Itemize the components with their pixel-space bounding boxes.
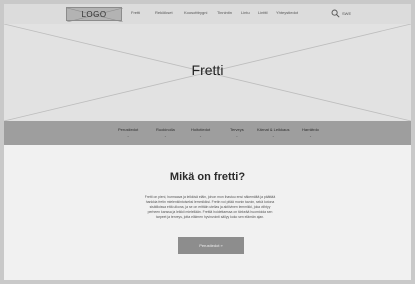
section-title: Mikä on fretti?	[169, 171, 246, 183]
subnav-item-3[interactable]: Hoitotiedot ⌄	[191, 127, 210, 138]
subnav-label: Ruokinolla	[156, 127, 175, 132]
subnav-item-2[interactable]: Ruokinolla ⌄	[156, 127, 175, 138]
nav-link-fretti[interactable]: Fretti	[131, 10, 140, 15]
chevron-down-icon: ⌄	[126, 134, 130, 138]
hero-image-placeholder: Fretti	[4, 24, 411, 121]
subnav-item-4[interactable]: Terveys ⌄	[230, 127, 244, 138]
chevron-down-icon: ⌄	[164, 134, 167, 138]
subnav-item-5[interactable]: Kärnat & Leikkaus ⌄	[257, 127, 289, 138]
logo[interactable]: LOGO	[66, 7, 123, 22]
search-icon[interactable]	[331, 9, 340, 18]
body-line: tarpeet ja terveys, jotta eläimen hyvinv…	[155, 215, 265, 219]
subnav-label: Perustiedot	[118, 127, 139, 132]
subnav-label: Harrätrdo	[302, 127, 319, 132]
language-switch[interactable]: SWE	[342, 11, 351, 16]
nav-link-2[interactable]: Reköikset	[155, 10, 173, 15]
chevron-down-icon: ⌄	[235, 134, 239, 138]
subnav-item-perustiedot[interactable]: Perustiedot ⌄	[118, 127, 138, 138]
nav-link-6[interactable]: Lintttl	[258, 10, 268, 15]
top-navigation: LOGO Fretti Reköikset Koosotttrygni Tinn…	[4, 4, 411, 24]
subnav-label: Hoitotiedot	[191, 127, 211, 132]
section-body-text: Fretti on pieni, hurmaava ja leikkisä el…	[112, 195, 308, 220]
subnav-label: Terveys	[230, 127, 244, 132]
nav-link-4[interactable]: Tinnintin	[217, 10, 232, 15]
hero-title: Fretti	[191, 62, 224, 78]
nav-link-5[interactable]: Lintu	[241, 10, 250, 15]
chevron-down-icon: ⌄	[309, 134, 312, 138]
subnav-item-6[interactable]: Harrätrdo ⌄	[302, 127, 319, 138]
chevron-down-icon: ⌄	[199, 134, 202, 138]
section-navigation: Perustiedot ⌄ Ruokinolla ⌄ Hoitotiedot ⌄…	[4, 121, 411, 145]
chevron-down-icon: ⌄	[271, 134, 275, 138]
subnav-label: Kärnat & Leikkaus	[257, 127, 290, 132]
nav-link-contact[interactable]: Yhteystiedot	[276, 10, 298, 15]
nav-link-3[interactable]: Koosotttrygni	[184, 10, 207, 15]
logo-text: LOGO	[81, 9, 107, 19]
read-more-button[interactable]: Perustiedot »	[178, 237, 244, 254]
page: LOGO Fretti Reköikset Koosotttrygni Tinn…	[4, 4, 411, 280]
